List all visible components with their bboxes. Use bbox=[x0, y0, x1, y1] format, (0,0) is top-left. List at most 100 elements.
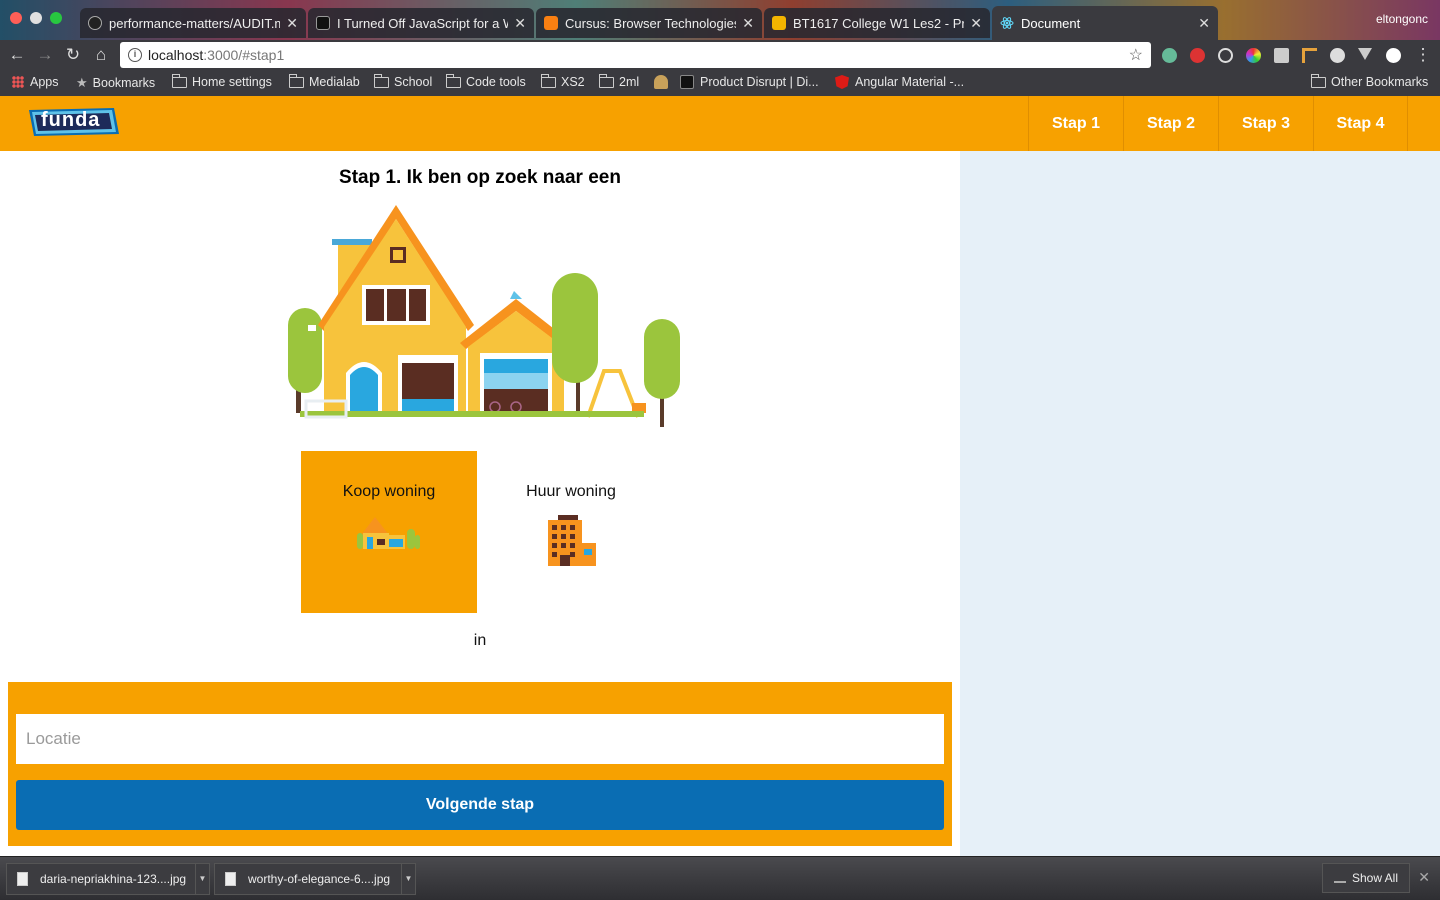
close-icon[interactable]: ✕ bbox=[1418, 869, 1430, 886]
folder-icon bbox=[445, 73, 461, 88]
vue-devtools-icon[interactable] bbox=[1358, 48, 1372, 60]
logo-text: funda bbox=[41, 109, 101, 131]
bookmark-label: Apps bbox=[30, 75, 59, 89]
tab-title: BT1617 College W1 Les2 - Pr bbox=[793, 15, 965, 31]
reload-icon[interactable]: ↻ bbox=[62, 44, 84, 66]
show-all-label: Show All bbox=[1351, 871, 1399, 885]
close-window-button[interactable] bbox=[10, 12, 22, 24]
folder-icon bbox=[1310, 73, 1326, 88]
show-all-downloads-button[interactable]: Show All bbox=[1322, 863, 1410, 893]
profile-extension-icon[interactable] bbox=[1386, 48, 1401, 63]
bookmark-label: Product Disrupt | Di... bbox=[700, 75, 819, 89]
in-label: in bbox=[473, 632, 487, 649]
step-3-link[interactable]: Stap 3 bbox=[1218, 96, 1313, 151]
bookmark-apps[interactable]: Apps bbox=[12, 75, 59, 89]
download-item[interactable]: daria-nepriakhina-123....jpg ▼ bbox=[6, 863, 210, 895]
bookmark-folder-medialab[interactable]: Medialab bbox=[288, 73, 360, 89]
menu-icon[interactable]: ⋮ bbox=[1412, 44, 1434, 66]
medium-icon bbox=[316, 16, 330, 30]
site-header: funda Stap 1 Stap 2 Stap 3 Stap 4 bbox=[0, 96, 1440, 151]
address-bar[interactable]: i localhost:3000/#stap1 ☆ bbox=[120, 42, 1151, 68]
star-icon: ★ bbox=[76, 75, 88, 90]
target-extension-icon[interactable] bbox=[1218, 48, 1233, 63]
bookmark-label: Other Bookmarks bbox=[1331, 75, 1429, 89]
download-filename: worthy-of-elegance-6....jpg bbox=[248, 872, 391, 886]
tab-title: performance-matters/AUDIT.m bbox=[109, 15, 281, 31]
tab-title: Document bbox=[1021, 15, 1081, 31]
funda-logo[interactable]: funda bbox=[26, 106, 120, 138]
tab-title: Cursus: Browser Technologies bbox=[565, 15, 737, 31]
bookmark-folder-other[interactable]: Other Bookmarks bbox=[1310, 73, 1429, 89]
house-illustration bbox=[288, 205, 680, 427]
camera-extension-icon[interactable] bbox=[1274, 48, 1289, 63]
close-tab-icon[interactable]: ✕ bbox=[742, 15, 754, 32]
file-icon bbox=[17, 872, 28, 886]
close-tab-icon[interactable]: ✕ bbox=[970, 15, 982, 32]
bookmark-label: Bookmarks bbox=[92, 76, 156, 90]
step-1-link[interactable]: Stap 1 bbox=[1028, 96, 1123, 151]
browser-tab[interactable]: Cursus: Browser Technologies ✕ bbox=[536, 8, 762, 38]
location-form: Volgende stap bbox=[8, 682, 952, 846]
next-step-button[interactable]: Volgende stap bbox=[16, 780, 944, 830]
house-icon bbox=[357, 517, 420, 549]
angular-icon bbox=[835, 75, 849, 89]
bookmark-label: XS2 bbox=[561, 75, 585, 89]
browser-tab[interactable]: BT1617 College W1 Les2 - Pr ✕ bbox=[764, 8, 990, 38]
bookmark-folder-home-settings[interactable]: Home settings bbox=[171, 73, 272, 89]
ruler-extension-icon[interactable] bbox=[1302, 48, 1317, 63]
bookmark-product-disrupt[interactable]: Product Disrupt | Di... bbox=[680, 75, 819, 89]
apps-icon bbox=[12, 76, 24, 88]
slides-icon bbox=[772, 16, 786, 30]
folder-icon bbox=[598, 73, 614, 88]
bookmark-angular-material[interactable]: Angular Material -... bbox=[835, 75, 964, 89]
file-icon bbox=[225, 872, 236, 886]
step-4-link[interactable]: Stap 4 bbox=[1313, 96, 1408, 151]
browser-tab[interactable]: I Turned Off JavaScript for a W ✕ bbox=[308, 8, 534, 38]
folder-icon bbox=[288, 73, 304, 88]
url-host: localhost bbox=[148, 47, 204, 63]
bookmark-person[interactable] bbox=[654, 75, 674, 89]
folder-icon bbox=[171, 73, 187, 88]
minimize-window-button[interactable] bbox=[30, 12, 42, 24]
github-icon bbox=[88, 16, 102, 30]
bookmark-label: Code tools bbox=[466, 75, 526, 89]
close-tab-icon[interactable]: ✕ bbox=[286, 15, 298, 32]
browser-tab-active[interactable]: Document ✕ bbox=[992, 6, 1218, 40]
forward-icon[interactable]: → bbox=[34, 44, 56, 66]
huur-woning-option[interactable]: Huur woning bbox=[483, 451, 659, 613]
step-2-link[interactable]: Stap 2 bbox=[1123, 96, 1218, 151]
browser-tab[interactable]: performance-matters/AUDIT.m ✕ bbox=[80, 8, 306, 38]
download-shelf: daria-nepriakhina-123....jpg ▼ worthy-of… bbox=[0, 856, 1440, 900]
bookmark-folder-2ml[interactable]: 2ml bbox=[598, 73, 639, 89]
bookmark-star-icon[interactable]: ☆ bbox=[1129, 45, 1143, 65]
bookmark-label: Home settings bbox=[192, 75, 272, 89]
step-heading: Stap 1. Ik ben op zoek naar een bbox=[339, 167, 621, 188]
koop-woning-label: Koop woning bbox=[342, 483, 436, 500]
tab-strip: performance-matters/AUDIT.m ✕ I Turned O… bbox=[0, 0, 1440, 40]
moodle-icon bbox=[544, 16, 558, 30]
color-picker-extension-icon[interactable] bbox=[1246, 48, 1261, 63]
bookmark-folder-code-tools[interactable]: Code tools bbox=[445, 73, 526, 89]
bookmark-bookmarks[interactable]: ★ Bookmarks bbox=[76, 75, 155, 91]
circle-extension-icon[interactable] bbox=[1330, 48, 1345, 63]
folder-icon bbox=[540, 73, 556, 88]
evernote-extension-icon[interactable] bbox=[1162, 48, 1177, 63]
profile-name[interactable]: eltongonc bbox=[1376, 12, 1428, 26]
koop-woning-option[interactable]: Koop woning bbox=[301, 451, 477, 613]
react-icon bbox=[1000, 16, 1014, 30]
adblock-extension-icon[interactable] bbox=[1190, 48, 1205, 63]
close-tab-icon[interactable]: ✕ bbox=[514, 15, 526, 32]
chevron-down-icon[interactable]: ▼ bbox=[195, 864, 209, 894]
bookmark-folder-school[interactable]: School bbox=[373, 73, 433, 89]
bookmark-label: School bbox=[394, 75, 433, 89]
chevron-down-icon[interactable]: ▼ bbox=[401, 864, 415, 894]
info-icon[interactable]: i bbox=[128, 48, 142, 62]
close-tab-icon[interactable]: ✕ bbox=[1198, 15, 1210, 32]
person-icon bbox=[654, 75, 668, 89]
maximize-window-button[interactable] bbox=[50, 12, 62, 24]
back-icon[interactable]: ← bbox=[6, 44, 28, 66]
download-item[interactable]: worthy-of-elegance-6....jpg ▼ bbox=[214, 863, 416, 895]
home-icon[interactable]: ⌂ bbox=[90, 44, 112, 66]
location-input[interactable] bbox=[16, 714, 944, 764]
bookmark-folder-xs2[interactable]: XS2 bbox=[540, 73, 585, 89]
